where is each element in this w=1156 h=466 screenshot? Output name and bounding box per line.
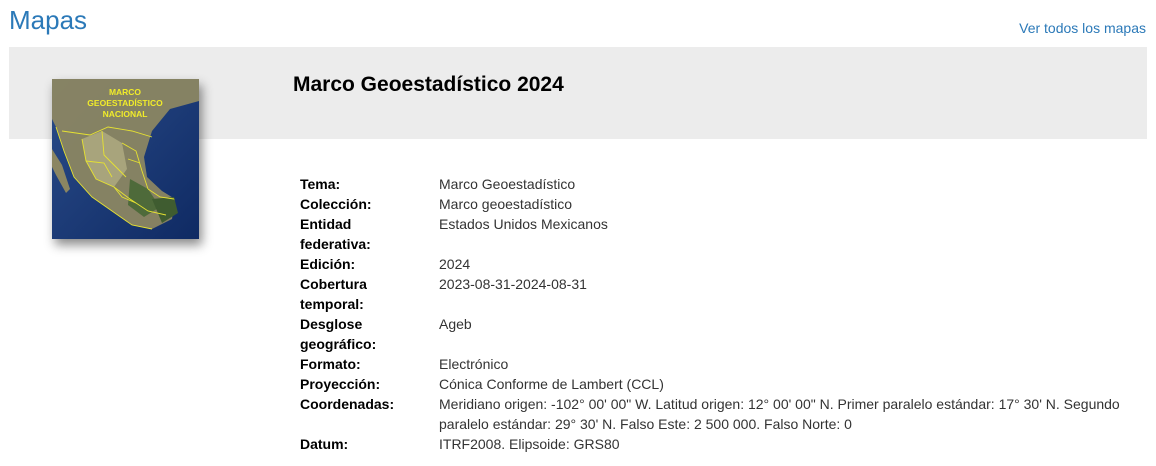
all-maps-link[interactable]: Ver todos los mapas bbox=[1019, 20, 1146, 36]
page-title: Mapas bbox=[9, 5, 88, 35]
metadata-label: Colección: bbox=[300, 196, 372, 212]
metadata-row-tema: Tema: Marco Geoestadístico bbox=[300, 174, 1140, 194]
metadata-label: Cobertura temporal: bbox=[300, 276, 367, 312]
metadata-row-desglose: Desglose geográfico: Ageb bbox=[300, 314, 1140, 354]
metadata-value: Ageb bbox=[439, 316, 472, 332]
metadata-value: Meridiano origen: -102° 00' 00" W. Latit… bbox=[439, 396, 1120, 432]
metadata-value: 2024 bbox=[439, 256, 471, 272]
metadata-table: Tema: Marco Geoestadístico Colección: Ma… bbox=[300, 174, 1140, 454]
metadata-label: Tema: bbox=[300, 176, 341, 192]
metadata-label: Desglose geográfico: bbox=[300, 316, 377, 352]
map-title: Marco Geoestadístico 2024 bbox=[293, 73, 564, 96]
metadata-label: Datum: bbox=[300, 436, 349, 452]
metadata-row-coordenadas: Coordenadas: Meridiano origen: -102° 00'… bbox=[300, 394, 1140, 434]
thumbnail-caption-line-2: GEOESTADÍSTICO bbox=[87, 98, 163, 108]
metadata-label: Coordenadas: bbox=[300, 396, 395, 412]
metadata-row-formato: Formato: Electrónico bbox=[300, 354, 1140, 374]
metadata-row-proyeccion: Proyección: Cónica Conforme de Lambert (… bbox=[300, 374, 1140, 394]
map-thumbnail-image: MARCO GEOESTADÍSTICO NACIONAL bbox=[52, 79, 199, 239]
metadata-value: ITRF2008. Elipsoide: GRS80 bbox=[439, 436, 620, 452]
metadata-row-cobertura: Cobertura temporal: 2023-08-31-2024-08-3… bbox=[300, 274, 1140, 314]
metadata-row-datum: Datum: ITRF2008. Elipsoide: GRS80 bbox=[300, 434, 1140, 454]
thumbnail-caption-line-3: NACIONAL bbox=[103, 109, 148, 119]
metadata-value: 2023-08-31-2024-08-31 bbox=[439, 276, 587, 292]
metadata-row-coleccion: Colección: Marco geoestadístico bbox=[300, 194, 1140, 214]
metadata-value: Marco geoestadístico bbox=[439, 196, 573, 212]
metadata-label: Formato: bbox=[300, 356, 361, 372]
metadata-label: Proyección: bbox=[300, 376, 381, 392]
metadata-value: Electrónico bbox=[439, 356, 509, 372]
metadata-row-edicion: Edición: 2024 bbox=[300, 254, 1140, 274]
metadata-row-entidad: Entidad federativa: Estados Unidos Mexic… bbox=[300, 214, 1140, 254]
metadata-value: Cónica Conforme de Lambert (CCL) bbox=[439, 376, 664, 392]
metadata-label: Entidad federativa: bbox=[300, 216, 371, 252]
metadata-value: Estados Unidos Mexicanos bbox=[439, 216, 608, 232]
map-thumbnail[interactable]: MARCO GEOESTADÍSTICO NACIONAL bbox=[52, 79, 199, 239]
metadata-label: Edición: bbox=[300, 256, 356, 272]
metadata-value: Marco Geoestadístico bbox=[439, 176, 576, 192]
thumbnail-caption-line-1: MARCO bbox=[109, 87, 141, 97]
